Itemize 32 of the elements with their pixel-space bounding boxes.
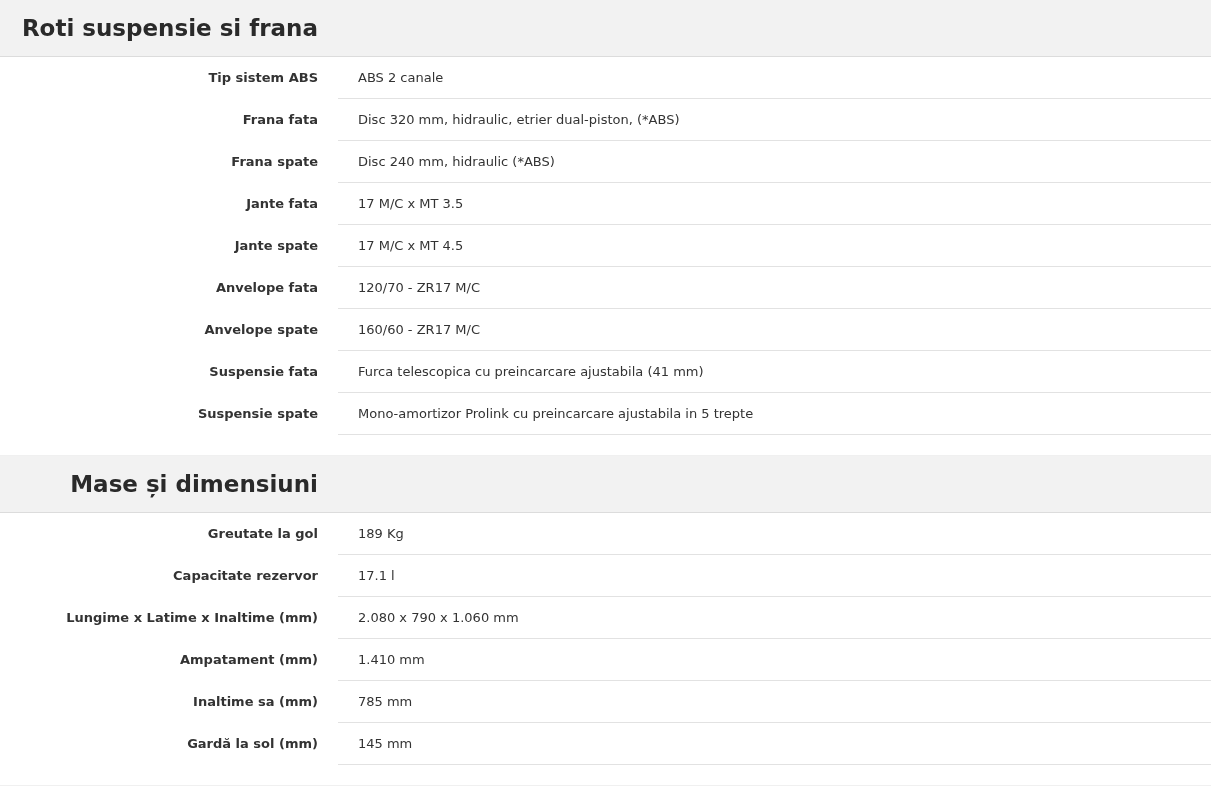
spec-label: Tip sistem ABS <box>207 69 319 88</box>
spec-label: Inaltime sa (mm) <box>192 693 319 712</box>
spec-label: Lungime x Latime x Inaltime (mm) <box>65 609 319 628</box>
spec-label: Greutate la gol <box>206 525 319 544</box>
spec-value: Disc 240 mm, hidraulic (*ABS) <box>338 141 1211 183</box>
spec-label: Suspensie spate <box>196 405 319 424</box>
spec-value: 189 Kg <box>338 513 1211 555</box>
section-title: Roti suspensie si frana <box>20 13 319 43</box>
spec-label: Anvelope fata <box>214 279 319 298</box>
spec-label: Frana fata <box>241 111 319 130</box>
spec-value: 17 M/C x MT 4.5 <box>338 225 1211 267</box>
spec-value: 1.410 mm <box>338 639 1211 681</box>
spec-value: 120/70 - ZR17 M/C <box>338 267 1211 309</box>
spec-label: Suspensie fata <box>208 363 319 382</box>
spec-label: Jante spate <box>233 237 319 256</box>
spec-label: Frana spate <box>230 153 319 172</box>
spec-value: Disc 320 mm, hidraulic, etrier dual-piston, (*ABS) <box>338 99 1211 141</box>
spec-value: Furca telescopica cu preincarcare ajustabila (41 mm) <box>338 351 1211 393</box>
spec-value: 160/60 - ZR17 M/C <box>338 309 1211 351</box>
spec-label: Capacitate rezervor <box>172 567 319 586</box>
spec-label: Ampatament (mm) <box>179 651 319 670</box>
spec-value: 17 M/C x MT 3.5 <box>338 183 1211 225</box>
spec-value: 17.1 l <box>338 555 1211 597</box>
spec-value: Mono-amortizor Prolink cu preincarcare ajustabila in 5 trepte <box>338 393 1211 435</box>
spec-value: 785 mm <box>338 681 1211 723</box>
spec-value: 145 mm <box>338 723 1211 765</box>
spec-value: 2.080 x 790 x 1.060 mm <box>338 597 1211 639</box>
spec-label: Jante fata <box>244 195 319 214</box>
section-title: Mase și dimensiuni <box>69 469 319 500</box>
spec-value: ABS 2 canale <box>338 57 1211 99</box>
spec-label: Anvelope spate <box>203 321 319 340</box>
spec-label: Gardă la sol (mm) <box>186 735 319 754</box>
